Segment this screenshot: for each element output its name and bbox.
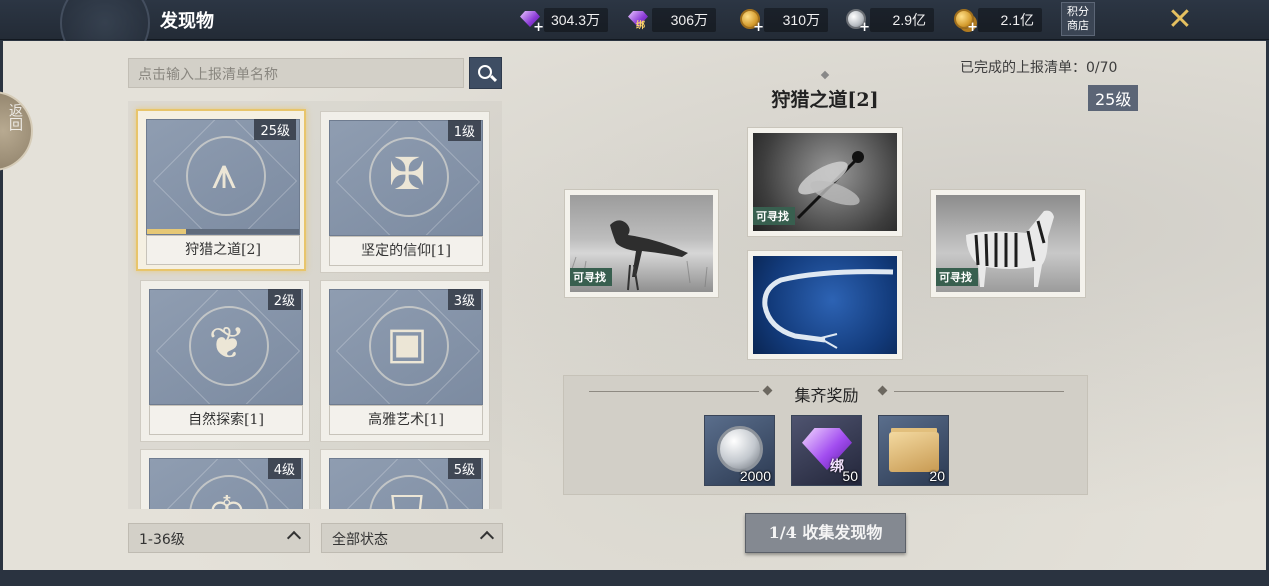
zebra-photo[interactable]: 可寻找 xyxy=(930,189,1086,298)
level-range-dropdown[interactable]: 1-36级 xyxy=(128,523,310,553)
bottom-bar xyxy=(0,570,1269,586)
bound-purple-gem-icon: 绑 xyxy=(626,8,652,32)
collection-card-faith[interactable]: ✠ 1级 坚定的信仰[1] xyxy=(320,111,490,273)
reward-silver-coin[interactable]: 2000 xyxy=(704,415,775,486)
collection-grid[interactable]: ⩚ 25级 狩猎之道[2] ✠ 1级 坚定的信仰[1] ❦ 2级 自然探索[1]… xyxy=(128,101,502,509)
collection-name: 自然探索[1] xyxy=(149,405,303,435)
level-badge: 2级 xyxy=(267,289,301,310)
top-bar: 发现物 + 304.3万 绑 306万 + 310万 + 2.9亿 + 2.1亿… xyxy=(0,0,1269,68)
reward-folder[interactable]: 20 xyxy=(878,415,949,486)
collection-card-nature[interactable]: ❦ 2级 自然探索[1] xyxy=(140,280,310,442)
reward-title: 集齐奖励 xyxy=(794,386,859,405)
gold-coin-stack-icon: + xyxy=(952,8,978,34)
findable-tag: 可寻找 xyxy=(753,207,795,225)
search-button[interactable] xyxy=(469,57,502,89)
collection-progress-bar xyxy=(147,229,299,234)
gold-coin-icon: + xyxy=(738,8,764,34)
findable-tag: 可寻找 xyxy=(570,268,612,286)
findable-tag: 可寻找 xyxy=(936,268,978,286)
purple-gem-icon: + xyxy=(518,8,544,34)
currency-purple-gem[interactable]: + 304.3万 xyxy=(518,8,608,34)
side-return-tab[interactable]: 返回 xyxy=(0,91,33,171)
reward-purple-gem[interactable]: 绑 50 xyxy=(791,415,862,486)
collection-reward-panel: 集齐奖励 2000 绑 50 20 xyxy=(563,375,1088,495)
secretary-bird-photo[interactable]: 可寻找 xyxy=(564,189,719,298)
completed-counter: 已完成的上报清单：0/70 xyxy=(960,60,1118,76)
collection-card-hunting[interactable]: ⩚ 25级 狩猎之道[2] xyxy=(136,109,306,271)
chevron-up-icon xyxy=(286,530,302,546)
currency-gold-stack[interactable]: + 2.1亿 xyxy=(952,8,1042,34)
level-badge: 5级 xyxy=(447,458,481,479)
level-badge: 4级 xyxy=(267,458,301,479)
silver-coin-icon xyxy=(717,426,763,472)
chevron-up-icon xyxy=(479,530,495,546)
currency-bound-gem[interactable]: 绑 306万 xyxy=(626,8,716,32)
purple-gem-icon xyxy=(802,428,852,470)
collect-discoveries-button[interactable]: 1/4 收集发现物 xyxy=(745,513,906,553)
collection-name: 坚定的信仰[1] xyxy=(329,236,483,266)
needlefish-photo[interactable] xyxy=(747,250,903,360)
page-title: 发现物 xyxy=(160,11,214,32)
points-shop-button[interactable]: 积分商店 xyxy=(1061,2,1095,36)
folder-icon xyxy=(889,432,939,472)
silver-coin-icon: + xyxy=(844,8,870,34)
level-badge: 25级 xyxy=(254,119,296,140)
search-input[interactable]: 点击输入上报清单名称 xyxy=(128,58,464,88)
currency-gold-coin[interactable]: + 310万 xyxy=(738,8,828,34)
currency-silver-coin[interactable]: + 2.9亿 xyxy=(844,8,934,34)
collection-title: 狩猎之道[2] xyxy=(700,85,950,112)
dragonfly-photo[interactable]: 可寻找 xyxy=(747,127,903,237)
close-icon[interactable]: ✕ xyxy=(1162,2,1198,38)
collection-level-badge: 25级 xyxy=(1088,85,1139,111)
collection-name: 狩猎之道[2] xyxy=(146,235,300,265)
collection-name: 高雅艺术[1] xyxy=(329,405,483,435)
collection-card-level5[interactable]: ⛉ 5级 xyxy=(320,449,490,509)
collection-card-level4[interactable]: ♔ 4级 xyxy=(140,449,310,509)
collection-card-art[interactable]: ▣ 3级 高雅艺术[1] xyxy=(320,280,490,442)
level-badge: 3级 xyxy=(447,289,481,310)
level-badge: 1级 xyxy=(447,120,481,141)
status-filter-dropdown[interactable]: 全部状态 xyxy=(321,523,503,553)
